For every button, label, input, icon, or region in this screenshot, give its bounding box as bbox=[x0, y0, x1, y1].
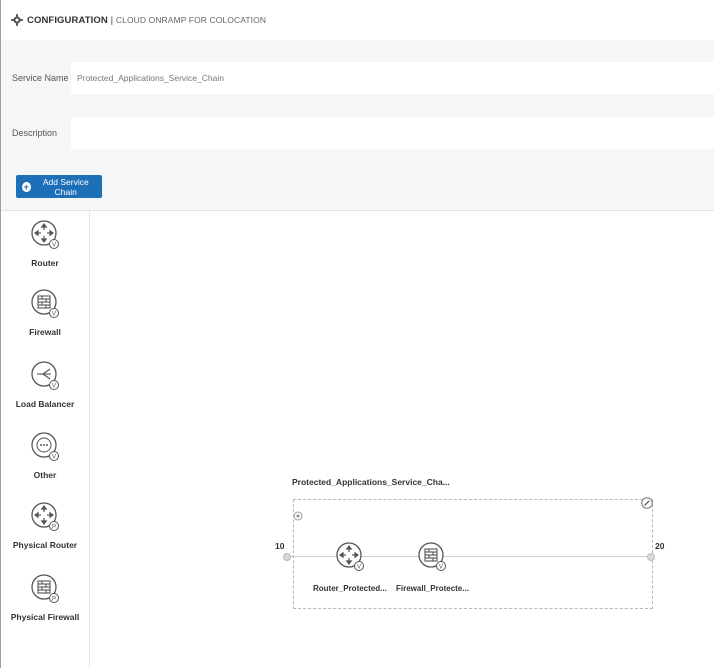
palette-item-other[interactable]: V Other bbox=[1, 431, 89, 480]
service-name-input[interactable] bbox=[71, 62, 714, 94]
physical-firewall-icon: P bbox=[30, 573, 60, 610]
chain-node-firewall[interactable]: V Firewall_Protecte... bbox=[396, 541, 469, 593]
ingress-vlan: 10 bbox=[275, 541, 285, 551]
firewall-icon: V bbox=[30, 288, 60, 325]
palette-item-label: Load Balancer bbox=[15, 399, 75, 409]
chain-node-router[interactable]: V Router_Protected... bbox=[313, 541, 387, 593]
collapse-handle-icon[interactable] bbox=[293, 508, 303, 526]
physical-router-icon: P bbox=[30, 501, 60, 538]
description-row: Description bbox=[1, 117, 714, 149]
chain-node-label: Firewall_Protecte... bbox=[396, 584, 469, 593]
add-service-chain-button[interactable]: + Add Service Chain bbox=[16, 175, 102, 198]
page-title-main: CONFIGURATION bbox=[27, 14, 108, 26]
chain-ingress-endpoint[interactable] bbox=[283, 553, 291, 561]
design-canvas[interactable]: Protected_Applications_Service_Cha... 10… bbox=[90, 211, 714, 668]
svg-text:V: V bbox=[52, 242, 56, 248]
service-name-row: Service Name bbox=[1, 62, 714, 94]
palette-item-label: Router bbox=[31, 258, 59, 268]
router-icon: V bbox=[30, 219, 60, 256]
firewall-icon: V bbox=[417, 541, 447, 578]
palette-item-label: Other bbox=[33, 470, 57, 480]
svg-text:V: V bbox=[52, 383, 56, 389]
egress-vlan: 20 bbox=[655, 541, 665, 551]
description-input[interactable] bbox=[71, 117, 714, 149]
svg-text:P: P bbox=[52, 596, 56, 602]
chain-node-label: Router_Protected... bbox=[313, 584, 387, 593]
service-chain-name: Protected_Applications_Service_Cha... bbox=[292, 477, 450, 487]
palette-item-label: Firewall bbox=[29, 327, 61, 337]
edit-chain-icon[interactable] bbox=[641, 496, 653, 514]
service-chain-form: Service Name Description bbox=[1, 40, 714, 165]
page-header: CONFIGURATION | CLOUD ONRAMP FOR COLOCAT… bbox=[1, 0, 714, 41]
service-name-label: Service Name bbox=[12, 73, 69, 83]
page-title: CONFIGURATION | CLOUD ONRAMP FOR COLOCAT… bbox=[27, 15, 266, 26]
palette-item-physical-firewall[interactable]: P Physical Firewall bbox=[1, 573, 89, 622]
page-subtitle: CLOUD ONRAMP FOR COLOCATION bbox=[115, 14, 267, 25]
load-balancer-icon: V bbox=[30, 360, 60, 397]
other-icon: V bbox=[30, 431, 60, 468]
router-icon: V bbox=[335, 541, 365, 578]
palette-item-router[interactable]: V Router bbox=[1, 219, 89, 268]
svg-text:V: V bbox=[439, 564, 443, 570]
svg-text:V: V bbox=[357, 564, 361, 570]
palette-item-firewall[interactable]: V Firewall bbox=[1, 288, 89, 337]
svg-text:V: V bbox=[52, 454, 56, 460]
add-service-chain-label: Add Service Chain bbox=[42, 176, 89, 197]
device-palette: V Router V Firewall V Load Balancer V Ot… bbox=[1, 211, 90, 668]
description-label: Description bbox=[12, 128, 58, 138]
palette-item-load-balancer[interactable]: V Load Balancer bbox=[1, 360, 89, 409]
chain-egress-endpoint[interactable] bbox=[647, 553, 655, 561]
toolbar: + Add Service Chain bbox=[1, 165, 714, 211]
palette-item-label: Physical Router bbox=[12, 540, 78, 550]
gear-icon bbox=[11, 14, 23, 26]
palette-item-physical-router[interactable]: P Physical Router bbox=[1, 501, 89, 550]
svg-text:P: P bbox=[52, 524, 56, 530]
svg-text:V: V bbox=[52, 311, 56, 317]
palette-item-label: Physical Firewall bbox=[10, 612, 80, 622]
plus-icon: + bbox=[22, 181, 31, 192]
